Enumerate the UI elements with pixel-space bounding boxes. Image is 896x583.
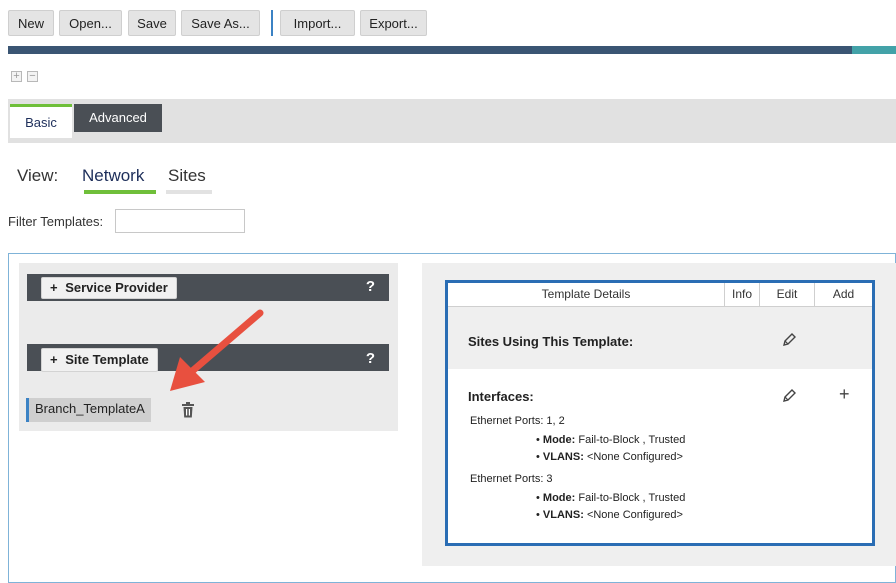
- header-bar-accent: [852, 46, 896, 54]
- open-button[interactable]: Open...: [59, 10, 122, 36]
- plus-icon: +: [50, 280, 58, 295]
- toolbar-separator: [271, 10, 273, 36]
- site-template-label: Site Template: [65, 352, 149, 367]
- port-mode: • Mode: Fail-to-Block , Trusted: [536, 492, 686, 504]
- expand-all-icon[interactable]: +: [11, 71, 22, 82]
- edit-interfaces-pencil-icon[interactable]: [781, 388, 797, 404]
- new-button[interactable]: New: [8, 10, 54, 36]
- trash-icon[interactable]: [181, 402, 195, 418]
- port-vlans: • VLANS: <None Configured>: [536, 451, 683, 463]
- header-bar: [8, 46, 896, 54]
- plus-icon: +: [50, 352, 58, 367]
- ethernet-ports-label: Ethernet Ports: 3: [470, 473, 553, 485]
- view-network-tab[interactable]: Network: [82, 166, 144, 186]
- collapse-all-icon[interactable]: −: [27, 71, 38, 82]
- save-as-button[interactable]: Save As...: [181, 10, 260, 36]
- add-site-template-button[interactable]: + Site Template: [41, 348, 158, 372]
- view-label: View:: [17, 166, 59, 185]
- info-tab[interactable]: Info: [725, 283, 760, 307]
- view-network-underline: [84, 190, 156, 194]
- template-item-branch-templatea[interactable]: Branch_TemplateA: [26, 398, 151, 422]
- filter-templates-input[interactable]: [115, 209, 245, 233]
- help-icon[interactable]: ?: [366, 350, 375, 367]
- sites-using-section: Sites Using This Template:: [448, 307, 872, 369]
- template-details-header: Template Details: [448, 283, 725, 307]
- filter-templates-label: Filter Templates:: [8, 214, 104, 229]
- edit-sites-pencil-icon[interactable]: [781, 332, 797, 348]
- view-sites-underline: [166, 190, 212, 194]
- interfaces-title: Interfaces:: [468, 389, 534, 404]
- sites-using-title: Sites Using This Template:: [468, 334, 634, 349]
- import-button[interactable]: Import...: [280, 10, 355, 36]
- export-button[interactable]: Export...: [360, 10, 427, 36]
- port-mode: • Mode: Fail-to-Block , Trusted: [536, 434, 686, 446]
- service-provider-label: Service Provider: [65, 280, 168, 295]
- template-details-panel: Template Details Info Edit Add Sites Usi…: [445, 280, 875, 546]
- port-vlans: • VLANS: <None Configured>: [536, 509, 683, 521]
- add-service-provider-button[interactable]: + Service Provider: [41, 277, 177, 299]
- add-interface-icon[interactable]: +: [839, 384, 850, 405]
- save-button[interactable]: Save: [128, 10, 176, 36]
- edit-tab[interactable]: Edit: [760, 283, 815, 307]
- tab-basic[interactable]: Basic: [10, 104, 72, 138]
- help-icon[interactable]: ?: [366, 278, 375, 295]
- arrow-annotation: [170, 309, 264, 391]
- add-tab[interactable]: Add: [815, 283, 872, 307]
- ethernet-ports-label: Ethernet Ports: 1, 2: [470, 415, 565, 427]
- view-sites-tab[interactable]: Sites: [168, 166, 206, 186]
- tab-advanced[interactable]: Advanced: [74, 104, 162, 132]
